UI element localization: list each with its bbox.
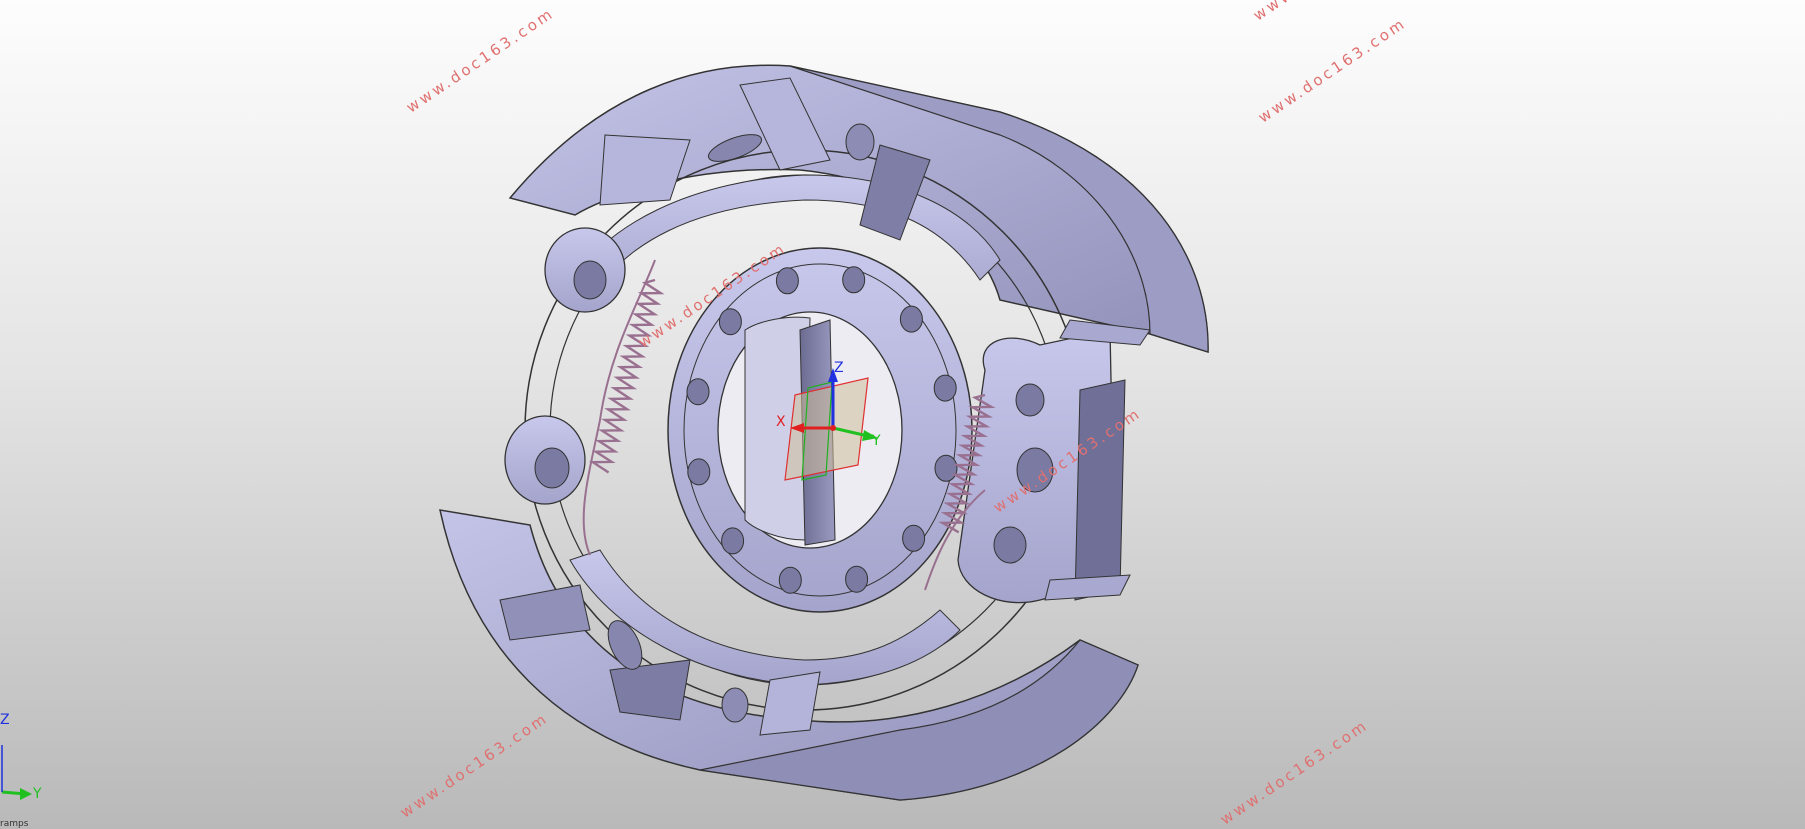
bolt-hole xyxy=(718,308,742,336)
bolt-hole xyxy=(687,458,711,486)
bolt-hole xyxy=(686,378,710,406)
model-canvas[interactable] xyxy=(0,0,1805,829)
origin-y-label: Y xyxy=(872,433,881,449)
corner-z-label: Z xyxy=(0,712,10,728)
corner-view-triad[interactable] xyxy=(1,745,32,800)
bolt-hole xyxy=(902,524,926,552)
bolt-hole xyxy=(845,565,869,593)
origin-z-label: Z xyxy=(834,360,844,376)
bolt-hole xyxy=(778,566,802,594)
bolt-hole xyxy=(721,527,745,555)
bolt-hole xyxy=(775,267,799,295)
bolt-hole xyxy=(899,305,923,333)
bolt-hole xyxy=(934,454,958,482)
origin-x-label: X xyxy=(776,414,786,430)
corner-y-label: Y xyxy=(33,786,42,802)
3d-viewport[interactable]: Z Y X Z Y www.doc163.com www.doc163.com … xyxy=(0,0,1805,829)
bolt-hole xyxy=(842,266,866,294)
bolt-hole xyxy=(933,374,957,402)
status-text: ramps xyxy=(0,819,29,829)
